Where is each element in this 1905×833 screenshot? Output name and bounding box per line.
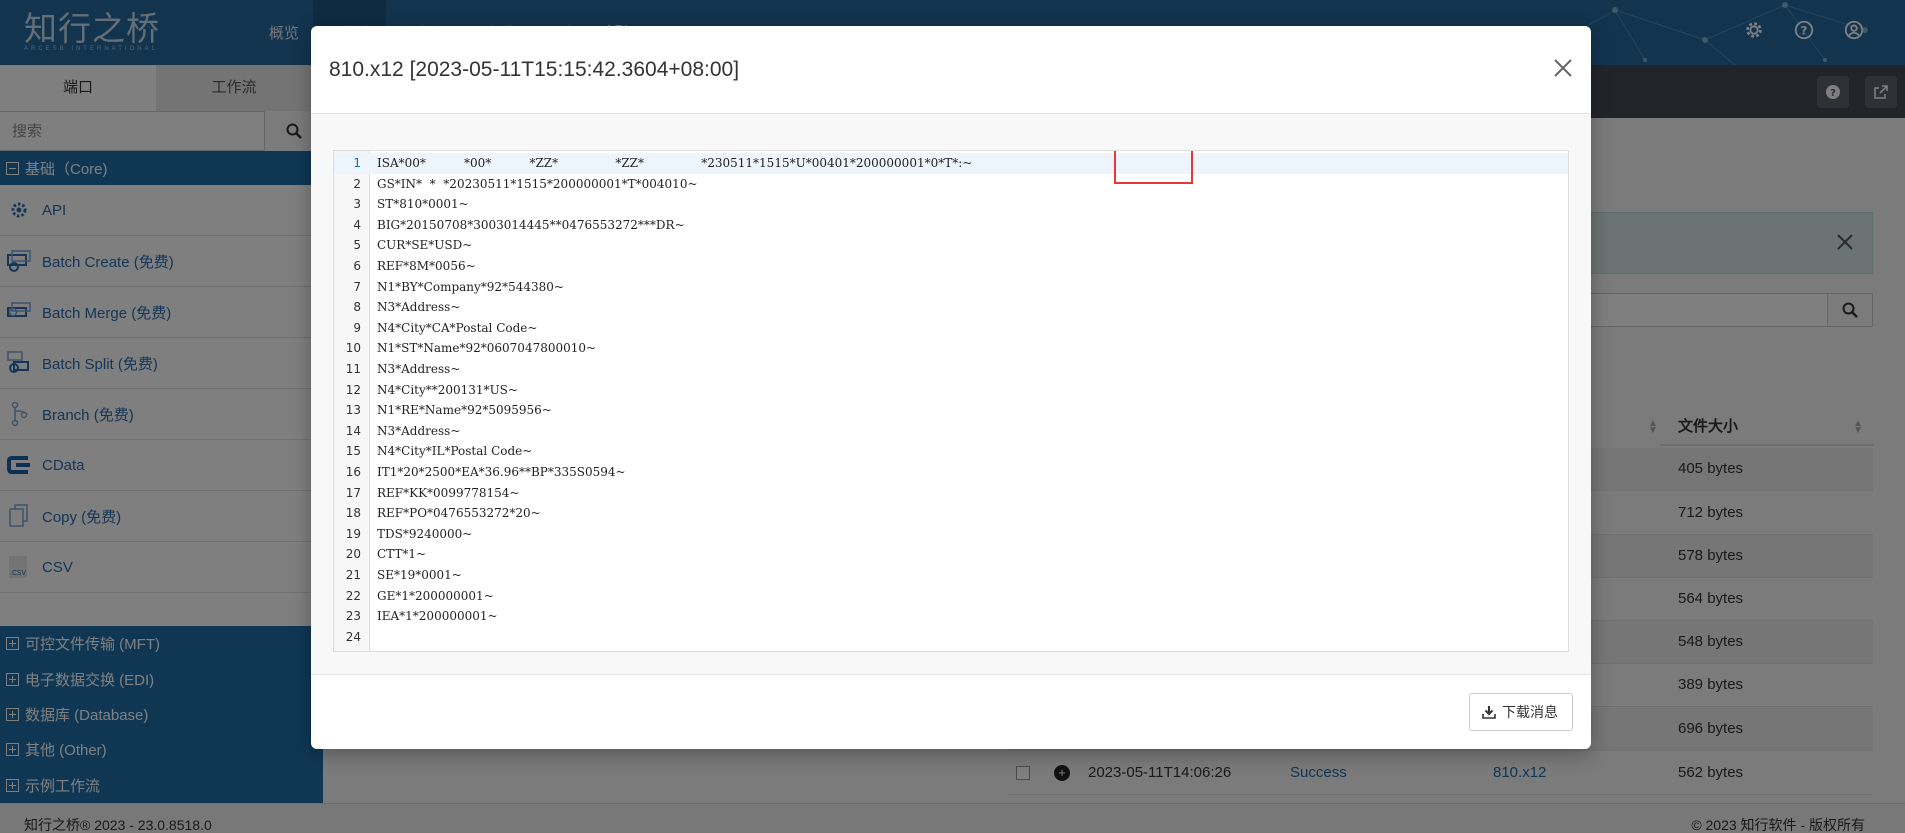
line-number: 5 [353,238,361,253]
code-text: GS*IN* * *20230511*1515*200000001*T*0040… [377,176,698,191]
code-line: 22 GE*1*200000001~ [334,586,1568,607]
line-number: 17 [345,485,361,500]
code-text: N4*City*IL*Postal Code~ [377,444,533,459]
code-line: 14 N3*Address~ [334,421,1568,442]
code-text: N1*RE*Name*92*5095956~ [377,403,552,418]
code-line: 20 CTT*1~ [334,544,1568,565]
code-line: 7 N1*BY*Company*92*544380~ [334,277,1568,298]
code-line: 18 REF*PO*0476553272*20~ [334,503,1568,524]
code-line: 2 GS*IN* * *20230511*1515*200000001*T*004… [334,174,1568,195]
line-number: 12 [345,382,361,397]
line-number: 8 [353,300,361,315]
code-line: 16 IT1*20*2500*EA*36.96**BP*335S0594~ [334,462,1568,483]
download-label: 下载消息 [1502,704,1558,720]
code-text: N4*City**200131*US~ [377,382,518,397]
close-icon[interactable] [1551,56,1575,80]
code-text: IEA*1*200000001~ [377,609,498,624]
code-line: 9 N4*City*CA*Postal Code~ [334,318,1568,339]
code-text: N3*Address~ [377,423,461,438]
modal-footer: 下载消息 [311,674,1591,749]
code-line: 13 N1*RE*Name*92*5095956~ [334,400,1568,421]
code-text: GE*1*200000001~ [377,588,494,603]
code-text: BIG*20150708*3003014445**0476553272***DR… [377,217,685,232]
code-text: CUR*SE*USD~ [377,238,473,253]
code-text: ISA*00* *00* *ZZ* *ZZ* *230511*1515*U*00… [377,156,973,170]
code-text: CTT*1~ [377,547,427,562]
code-line: 21 SE*19*0001~ [334,565,1568,586]
line-number: 10 [345,341,361,356]
code-line: 19 TDS*9240000~ [334,524,1568,545]
code-text: SE*19*0001~ [377,568,462,582]
code-text: N4*City*CA*Postal Code~ [377,320,538,335]
code-line: 1 ISA*00* *00* *ZZ* *ZZ* *230511*1515*U*0… [334,151,1568,184]
code-line: 5 CUR*SE*USD~ [334,235,1568,256]
code-line: 15 N4*City*IL*Postal Code~ [334,441,1568,462]
modal-header: 810.x12 [2023-05-11T15:15:42.3604+08:00] [311,26,1591,114]
line-number: 15 [345,444,361,459]
download-icon [1482,706,1496,719]
line-number: 4 [353,217,361,232]
modal-body: 1 ISA*00* *00* *ZZ* *ZZ* *230511*1515*U*0… [311,114,1591,674]
code-line: 10 N1*ST*Name*92*0607047800010~ [334,338,1568,359]
line-number: 19 [345,526,361,541]
code-line: 12 N4*City**200131*US~ [334,380,1568,401]
line-number: 2 [353,176,361,191]
code-line: 24 [334,627,1568,648]
line-number: 6 [353,259,361,273]
line-number: 1 [353,156,361,170]
line-number: 20 [345,547,361,562]
code-text: N3*Address~ [377,300,461,315]
code-editor[interactable]: 1 ISA*00* *00* *ZZ* *ZZ* *230511*1515*U*0… [333,150,1569,652]
code-text: REF*8M*0056~ [377,259,476,273]
line-number: 14 [345,423,361,438]
code-line: 6 REF*8M*0056~ [334,256,1568,277]
code-line: 23 IEA*1*200000001~ [334,606,1568,627]
code-line: 3 ST*810*0001~ [334,194,1568,215]
code-text: REF*KK*0099778154~ [377,485,520,500]
line-number: 23 [345,609,361,624]
code-line: 17 REF*KK*0099778154~ [334,483,1568,504]
line-number: 11 [345,362,361,376]
code-text: REF*PO*0476553272*20~ [377,506,541,521]
line-number: 21 [345,568,361,582]
line-number: 16 [345,465,361,479]
code-line: 11 N3*Address~ [334,359,1568,380]
code-text: N1*ST*Name*92*0607047800010~ [377,341,597,356]
modal-title: 810.x12 [2023-05-11T15:15:42.3604+08:00] [329,58,740,81]
code-text: TDS*9240000~ [377,526,473,541]
code-line: 4 BIG*20150708*3003014445**0476553272***D… [334,215,1568,236]
download-message-button[interactable]: 下载消息 [1469,693,1573,731]
code-line: 8 N3*Address~ [334,297,1568,318]
line-number: 24 [345,629,361,644]
code-text: IT1*20*2500*EA*36.96**BP*335S0594~ [377,465,626,479]
code-text: N3*Address~ [377,362,461,376]
line-number: 22 [345,588,361,603]
line-number: 13 [345,403,361,418]
code-text: N1*BY*Company*92*544380~ [377,279,564,294]
line-number: 18 [345,506,361,521]
code-text: ST*810*0001~ [377,197,469,212]
line-number: 9 [353,320,361,335]
message-viewer-modal: 810.x12 [2023-05-11T15:15:42.3604+08:00]… [311,26,1591,749]
line-number: 3 [353,197,361,212]
line-number: 7 [353,279,361,294]
